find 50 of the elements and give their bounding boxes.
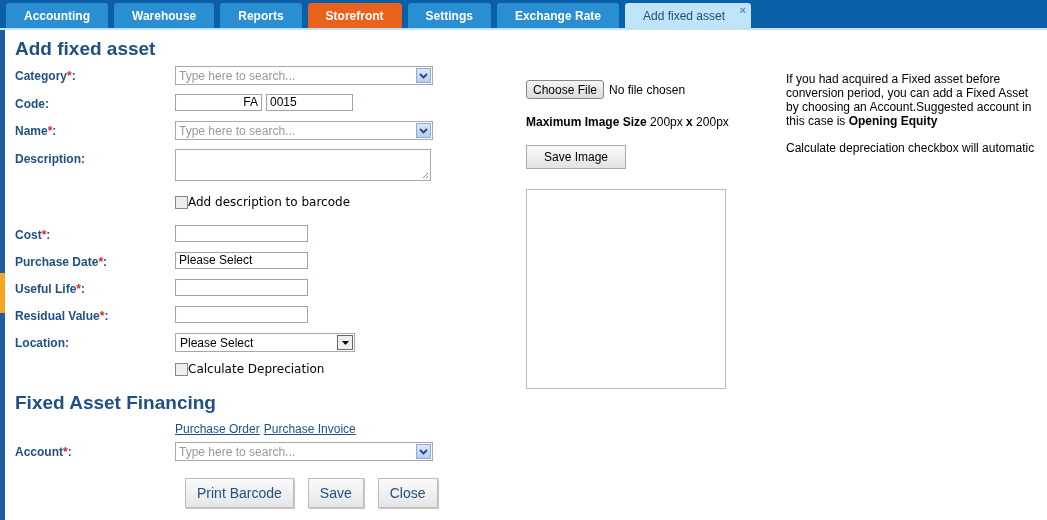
section-title: Fixed Asset Financing	[15, 392, 217, 414]
field-label: Description:	[15, 151, 86, 166]
code-number-field[interactable]: 0015	[266, 94, 353, 111]
tab[interactable]: Accounting	[6, 3, 108, 28]
checkbox-label: Add description to barcode	[188, 195, 351, 209]
dropdown-button[interactable]	[416, 444, 431, 459]
choose-file-button[interactable]: Choose File	[526, 80, 605, 99]
size-note: Maximum Image Size 200px x 200px	[526, 115, 729, 129]
chevron-down-icon	[419, 448, 428, 455]
link[interactable]: Purchase Order	[175, 422, 260, 436]
text-field[interactable]: Please Select	[175, 252, 308, 269]
field-label: Category*:	[15, 68, 77, 83]
field-label: Purchase Date*:	[15, 254, 109, 269]
field-label: Location:	[15, 335, 70, 350]
resize-grip-icon[interactable]	[422, 172, 429, 179]
dropdown-button[interactable]	[416, 68, 431, 83]
field-label: Cost*:	[15, 227, 52, 242]
tab[interactable]: Exchange Rate	[496, 3, 619, 28]
chevron-down-icon	[419, 127, 428, 134]
text-field[interactable]	[175, 225, 308, 242]
tab[interactable]: Warehouse	[114, 3, 215, 28]
location-select[interactable]: Please Select	[175, 333, 355, 352]
action-button[interactable]: Save	[307, 478, 364, 508]
chevron-down-icon	[419, 72, 428, 79]
checkbox-label: Calculate Depreciation	[188, 362, 325, 376]
text-field[interactable]	[175, 306, 308, 323]
action-button[interactable]: Print Barcode	[185, 478, 294, 508]
field-label: Account*:	[15, 444, 73, 459]
field-label: Code:	[15, 96, 50, 111]
dropdown-button[interactable]	[416, 123, 431, 138]
tab[interactable]: Settings	[407, 3, 491, 28]
field-label: Name*:	[15, 123, 58, 138]
checkbox[interactable]	[175, 195, 188, 209]
description-field[interactable]	[175, 149, 431, 181]
field-label: Useful Life*:	[15, 281, 86, 296]
text-field[interactable]	[175, 279, 308, 296]
page-title: Add fixed asset	[15, 38, 157, 60]
code-prefix-field[interactable]: FA	[175, 94, 262, 111]
tab[interactable]: Reports	[220, 3, 302, 28]
caret-down-icon	[341, 340, 349, 345]
checkbox[interactable]	[175, 362, 188, 376]
action-button[interactable]: Close	[377, 478, 438, 508]
field-label: Residual Value*:	[15, 308, 110, 323]
save-image-button[interactable]: Save Image	[526, 145, 626, 169]
file-status: No file chosen	[609, 82, 686, 97]
help-text: If you had acquired a Fixed asset before conversion period, you can add a Fixed Asset by choosing an Account.Suggested account in this case is Opening Equity	[786, 72, 1033, 128]
help-text: Calculate depreciation checkbox will automatic	[786, 141, 1036, 155]
tab[interactable]: Add fixed asset ×	[625, 3, 752, 28]
panel-handle[interactable]	[0, 273, 5, 313]
link[interactable]: Purchase Invoice	[263, 422, 356, 436]
